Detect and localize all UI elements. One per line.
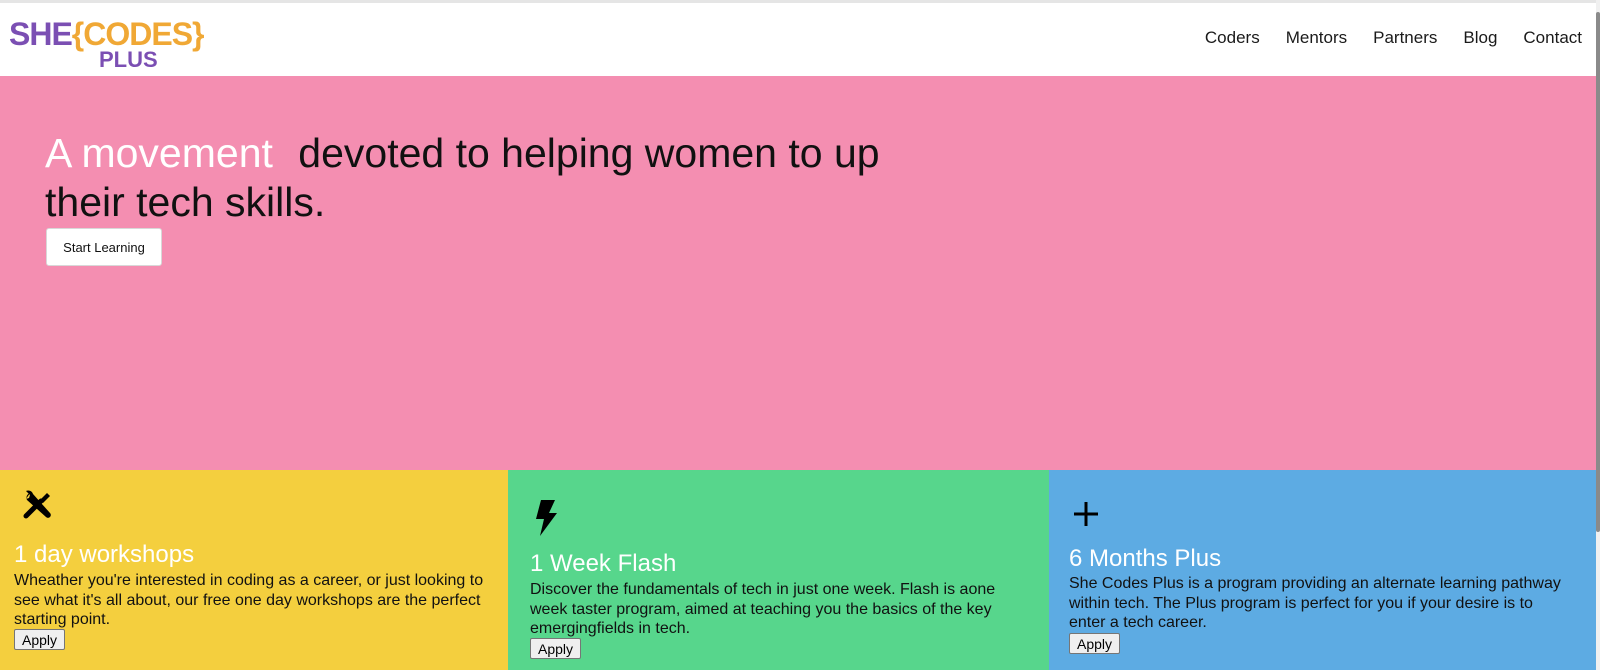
- start-learning-button[interactable]: Start Learning: [46, 228, 162, 266]
- logo-she: SHE: [9, 16, 73, 52]
- nav-link-partners[interactable]: Partners: [1373, 28, 1437, 48]
- hero-headline: A movement devoted to helping women to u…: [45, 129, 945, 227]
- site-header: SHE{CODES} PLUS Coders Mentors Partners …: [0, 3, 1596, 76]
- program-description: Wheather you're interested in coding as …: [14, 572, 484, 628]
- scrollbar-thumb[interactable]: [1596, 12, 1600, 532]
- nav-link-coders[interactable]: Coders: [1205, 28, 1260, 48]
- program-card-workshops: 1 day workshops Wheather you're interest…: [0, 470, 508, 670]
- program-title: 6 Months Plus: [1069, 545, 1222, 572]
- nav-link-contact[interactable]: Contact: [1523, 28, 1582, 48]
- nav-link-mentors[interactable]: Mentors: [1286, 28, 1347, 48]
- nav-link-blog[interactable]: Blog: [1463, 28, 1497, 48]
- tools-icon: [21, 487, 55, 521]
- apply-button-flash[interactable]: Apply: [530, 638, 582, 659]
- she-codes-plus-logo[interactable]: SHE{CODES} PLUS: [9, 17, 204, 77]
- lightning-bolt-icon: [529, 498, 563, 536]
- page-scrollbar[interactable]: [1596, 0, 1600, 670]
- hero-headline-accent: A movement: [45, 130, 273, 176]
- plus-icon: [1071, 499, 1105, 533]
- program-title: 1 day workshops: [14, 541, 195, 568]
- apply-button-plus[interactable]: Apply: [1069, 633, 1121, 654]
- apply-button-workshops[interactable]: Apply: [14, 629, 66, 650]
- main-nav: Coders Mentors Partners Blog Contact: [1205, 28, 1582, 48]
- program-card-flash: 1 Week Flash Discover the fundamentals o…: [508, 470, 1049, 670]
- program-card-plus: 6 Months Plus She Codes Plus is a progra…: [1049, 470, 1596, 670]
- program-description: Discover the fundamentals of tech in jus…: [530, 581, 996, 637]
- logo-plus: PLUS: [99, 47, 158, 72]
- program-title: 1 Week Flash: [530, 550, 677, 577]
- hero-section: A movement devoted to helping women to u…: [0, 76, 1596, 470]
- program-description: She Codes Plus is a program providing an…: [1069, 575, 1561, 631]
- logo-wordmark: SHE{CODES}: [9, 17, 204, 51]
